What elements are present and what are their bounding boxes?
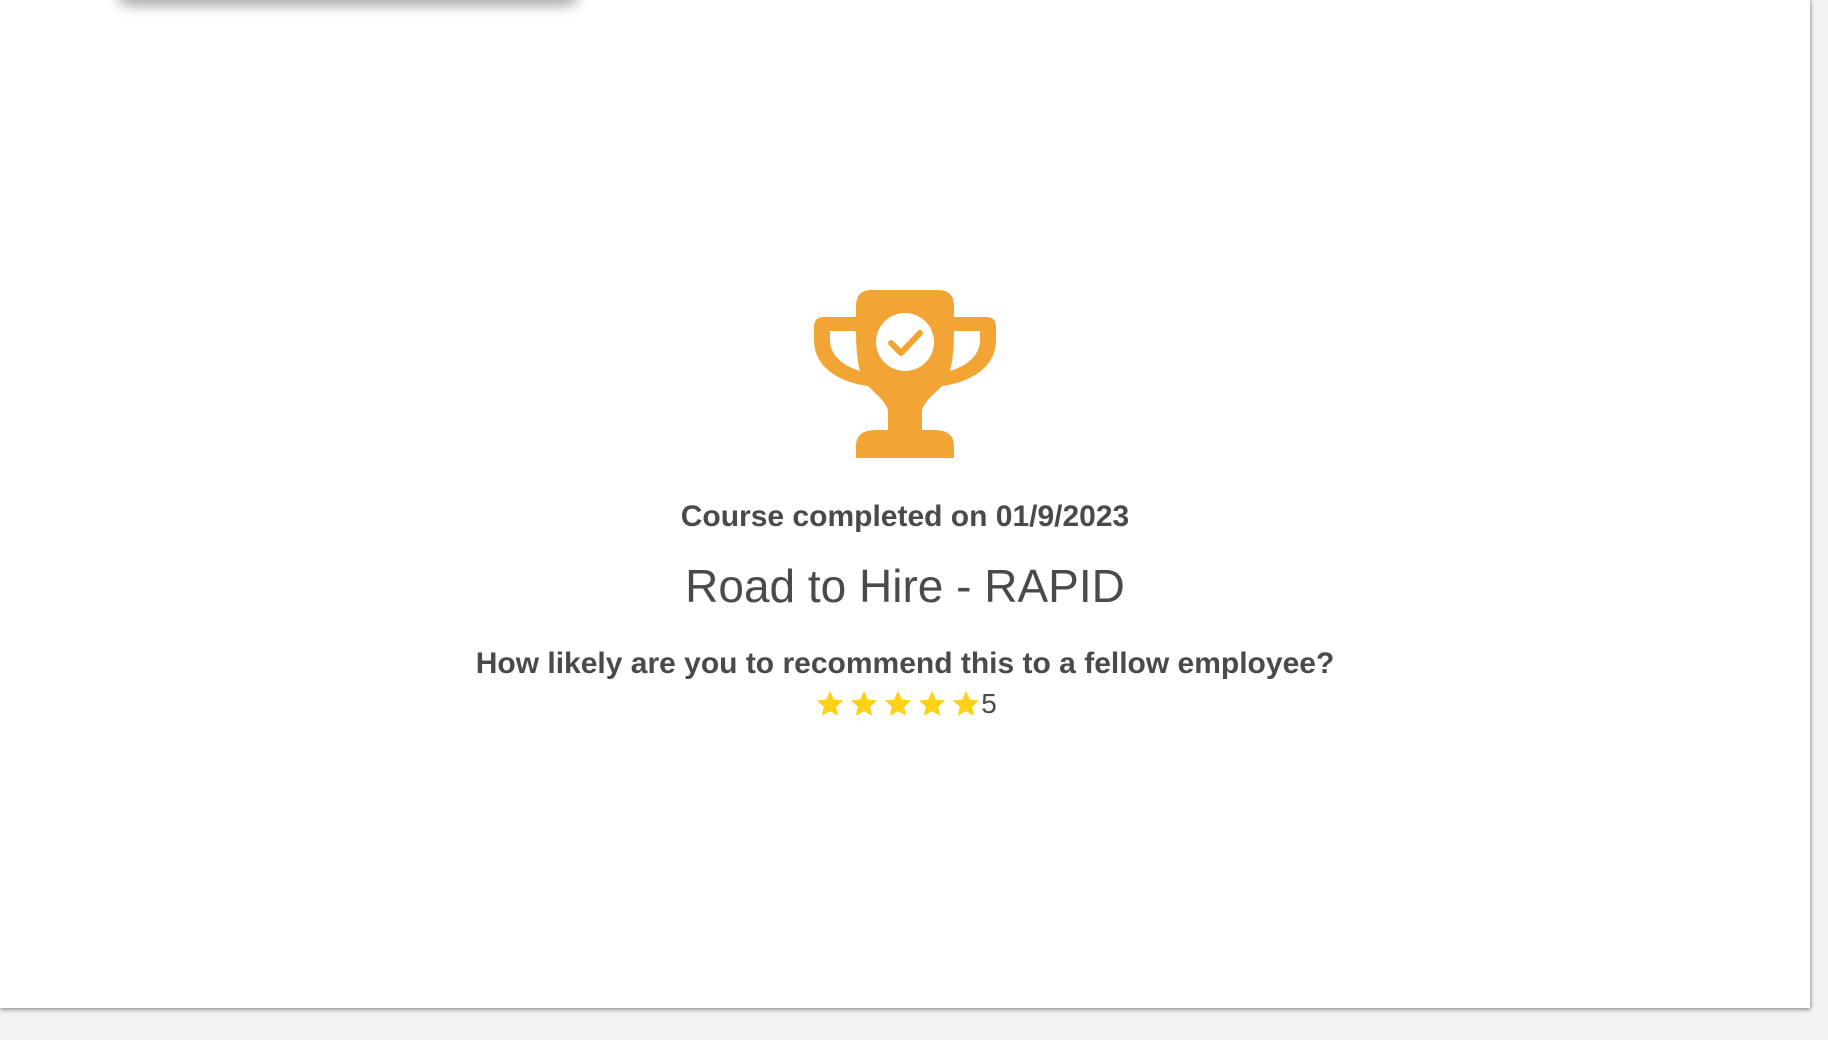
star-icon[interactable] xyxy=(849,689,879,719)
star-icon[interactable] xyxy=(815,689,845,719)
completion-content: Course completed on 01/9/2023 Road to Hi… xyxy=(0,290,1810,722)
star-icon[interactable] xyxy=(951,689,981,719)
star-rating[interactable]: 5 xyxy=(0,686,1810,722)
course-completion-card: Course completed on 01/9/2023 Road to Hi… xyxy=(0,0,1810,1008)
course-title: Road to Hire - RAPID xyxy=(685,560,1125,612)
recommend-question: How likely are you to recommend this to … xyxy=(475,647,1335,680)
page-background xyxy=(0,1008,1828,1040)
completion-date-text: Course completed on 01/9/2023 xyxy=(680,500,1130,533)
star-icon[interactable] xyxy=(917,689,947,719)
star-icon[interactable] xyxy=(883,689,913,719)
trophy-check-icon xyxy=(814,290,996,458)
rating-value: 5 xyxy=(981,688,997,719)
